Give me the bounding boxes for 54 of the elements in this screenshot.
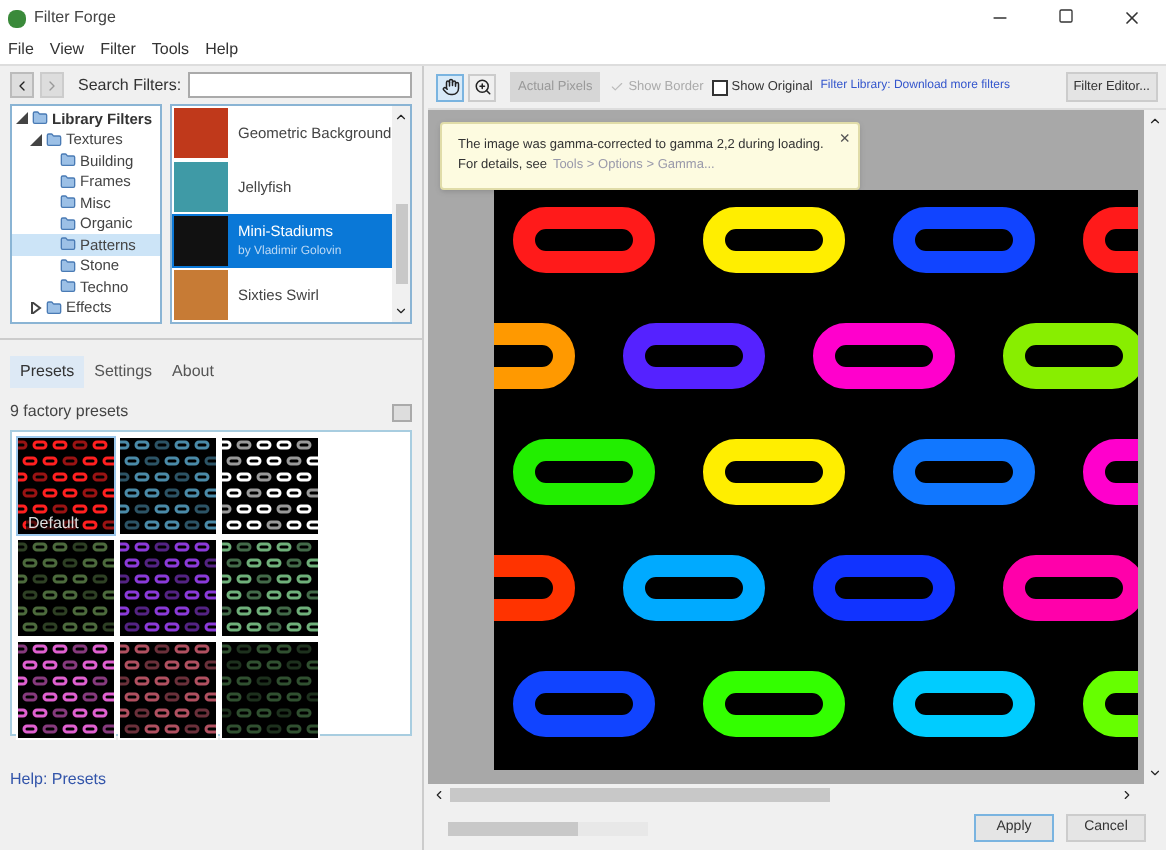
zoom-icon[interactable]: [473, 78, 491, 96]
zoom-tool-button[interactable]: [468, 73, 496, 101]
tab[interactable]: Settings: [84, 356, 163, 388]
preset-thumbnail[interactable]: [220, 436, 320, 536]
menu-item[interactable]: Help: [205, 38, 239, 62]
preset-thumbnail[interactable]: [118, 538, 218, 638]
preset-thumbnail[interactable]: [220, 640, 320, 740]
preset-thumbnail[interactable]: [16, 538, 116, 638]
menu-item[interactable]: View: [49, 38, 85, 62]
scroll-up-icon[interactable]: [394, 110, 408, 124]
tab[interactable]: Presets: [10, 356, 85, 388]
preset-thumbnail[interactable]: [118, 640, 218, 740]
hand-tool-button[interactable]: [436, 73, 464, 101]
menu-item[interactable]: Tools: [151, 38, 190, 62]
preset-thumbnail[interactable]: [16, 640, 116, 740]
scroll-right-icon[interactable]: [1120, 788, 1134, 802]
folder-icon: [60, 173, 76, 190]
checkbox[interactable]: [711, 79, 728, 95]
folder-icon: [60, 194, 76, 211]
tab[interactable]: About: [162, 356, 224, 388]
close-icon[interactable]: [1122, 8, 1142, 28]
scroll-thumb[interactable]: [395, 204, 407, 284]
scroll-thumb[interactable]: [450, 788, 830, 802]
notice-close-button[interactable]: ×: [839, 126, 850, 153]
menu-item[interactable]: Filter: [100, 38, 136, 62]
collapsed-triangle-icon[interactable]: [30, 301, 42, 314]
folder-icon: [60, 236, 76, 253]
scrollbar[interactable]: [392, 106, 410, 322]
view-toggle-icon[interactable]: [392, 403, 412, 421]
search-field[interactable]: [187, 72, 412, 98]
preset-thumbnail[interactable]: [118, 436, 218, 536]
folder-icon: [46, 131, 62, 148]
menu-item[interactable]: File: [8, 38, 34, 62]
search-label: Search Filters:: [78, 73, 182, 97]
chevron-left-icon[interactable]: [14, 77, 30, 93]
presets-count: 9 factory presets: [10, 400, 129, 424]
hand-icon[interactable]: [441, 78, 459, 96]
scroll-down-icon[interactable]: [1148, 766, 1162, 780]
preset-thumbnail[interactable]: [220, 538, 320, 638]
folder-icon: [60, 278, 76, 295]
scroll-down-icon[interactable]: [394, 304, 408, 318]
folder-icon: [32, 110, 48, 127]
window-title: Filter Forge: [34, 6, 116, 30]
maximize-icon[interactable]: [1058, 8, 1074, 24]
scroll-left-icon[interactable]: [432, 788, 446, 802]
folder-icon: [60, 215, 76, 232]
scroll-up-icon[interactable]: [1148, 114, 1162, 128]
preset-label: Default: [26, 516, 81, 532]
preset-thumbnail[interactable]: Default: [16, 436, 116, 536]
help-link[interactable]: Help: Presets: [10, 770, 107, 788]
app-icon: [8, 9, 26, 27]
folder-icon: [60, 257, 76, 274]
folder-icon: [46, 299, 62, 316]
folder-icon: [60, 152, 76, 169]
